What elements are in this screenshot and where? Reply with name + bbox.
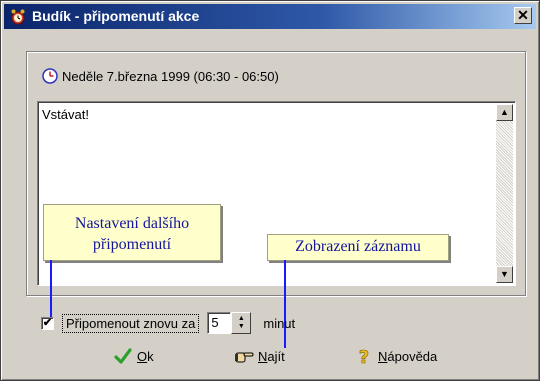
- pointing-hand-icon: [235, 352, 254, 363]
- callout-settings-line1: Nastavení dalšího: [74, 215, 190, 232]
- remind-again-checkbox[interactable]: ✔: [41, 316, 54, 330]
- alarm-clock-icon: [11, 9, 25, 25]
- remind-again-row: ✔ Připomenout znovu za 5 ▲ ▼ minut: [41, 312, 295, 334]
- callout-reminder-settings: Nastavení dalšího připomenutí: [43, 204, 221, 261]
- remind-again-label[interactable]: Připomenout znovu za: [62, 313, 200, 333]
- window-title: Budík - připomenutí akce: [32, 8, 200, 24]
- question-mark-icon: ?: [358, 347, 369, 366]
- reminder-dialog: Budík - připomenutí akce ✕ Neděle 7.břez…: [0, 0, 540, 381]
- ok-label-rest: k: [147, 348, 154, 364]
- close-icon: ✕: [517, 7, 529, 23]
- help-accesskey: N: [378, 348, 388, 364]
- find-label-rest: ajít: [267, 348, 285, 364]
- callout-pointer-line: [284, 260, 286, 348]
- callout-settings-line2: připomenutí: [92, 236, 172, 253]
- callout-show-record: Zobrazení záznamu: [267, 234, 449, 261]
- event-date-row: Neděle 7.března 1999 (06:30 - 06:50): [42, 66, 279, 86]
- help-label-rest: ápověda: [387, 348, 438, 364]
- arrow-up-icon: ▲: [500, 107, 509, 117]
- vertical-scrollbar[interactable]: ▲ ▼: [496, 104, 513, 283]
- callout-pointer-line: [50, 260, 52, 318]
- spin-up-icon: ▲: [237, 315, 245, 322]
- ok-button[interactable]: Ok: [113, 344, 154, 368]
- spin-down-icon: ▼: [237, 323, 245, 330]
- help-button[interactable]: ? Nápověda: [354, 344, 437, 368]
- checkmark-icon: [114, 348, 132, 364]
- title-bar[interactable]: Budík - připomenutí akce ✕: [4, 4, 536, 29]
- clock-icon: [42, 68, 58, 84]
- scroll-up-button[interactable]: ▲: [496, 104, 513, 121]
- minutes-input[interactable]: 5: [207, 312, 232, 334]
- event-date-text: Neděle 7.března 1999 (06:30 - 06:50): [62, 68, 279, 84]
- callout-record-text: Zobrazení záznamu: [295, 238, 421, 255]
- minutes-value: 5: [211, 315, 219, 330]
- close-button[interactable]: ✕: [514, 7, 532, 24]
- arrow-down-icon: ▼: [500, 269, 509, 279]
- find-button[interactable]: Najít: [234, 344, 285, 368]
- note-text: Vstávat!: [42, 107, 89, 122]
- ok-accesskey: O: [137, 348, 148, 364]
- svg-text:?: ?: [359, 347, 369, 366]
- minutes-unit-label: minut: [263, 315, 296, 331]
- checkmark-icon: ✔: [42, 316, 53, 329]
- find-accesskey: N: [258, 348, 268, 364]
- scroll-down-button[interactable]: ▼: [496, 266, 513, 283]
- minutes-spinner[interactable]: ▲ ▼: [231, 312, 252, 334]
